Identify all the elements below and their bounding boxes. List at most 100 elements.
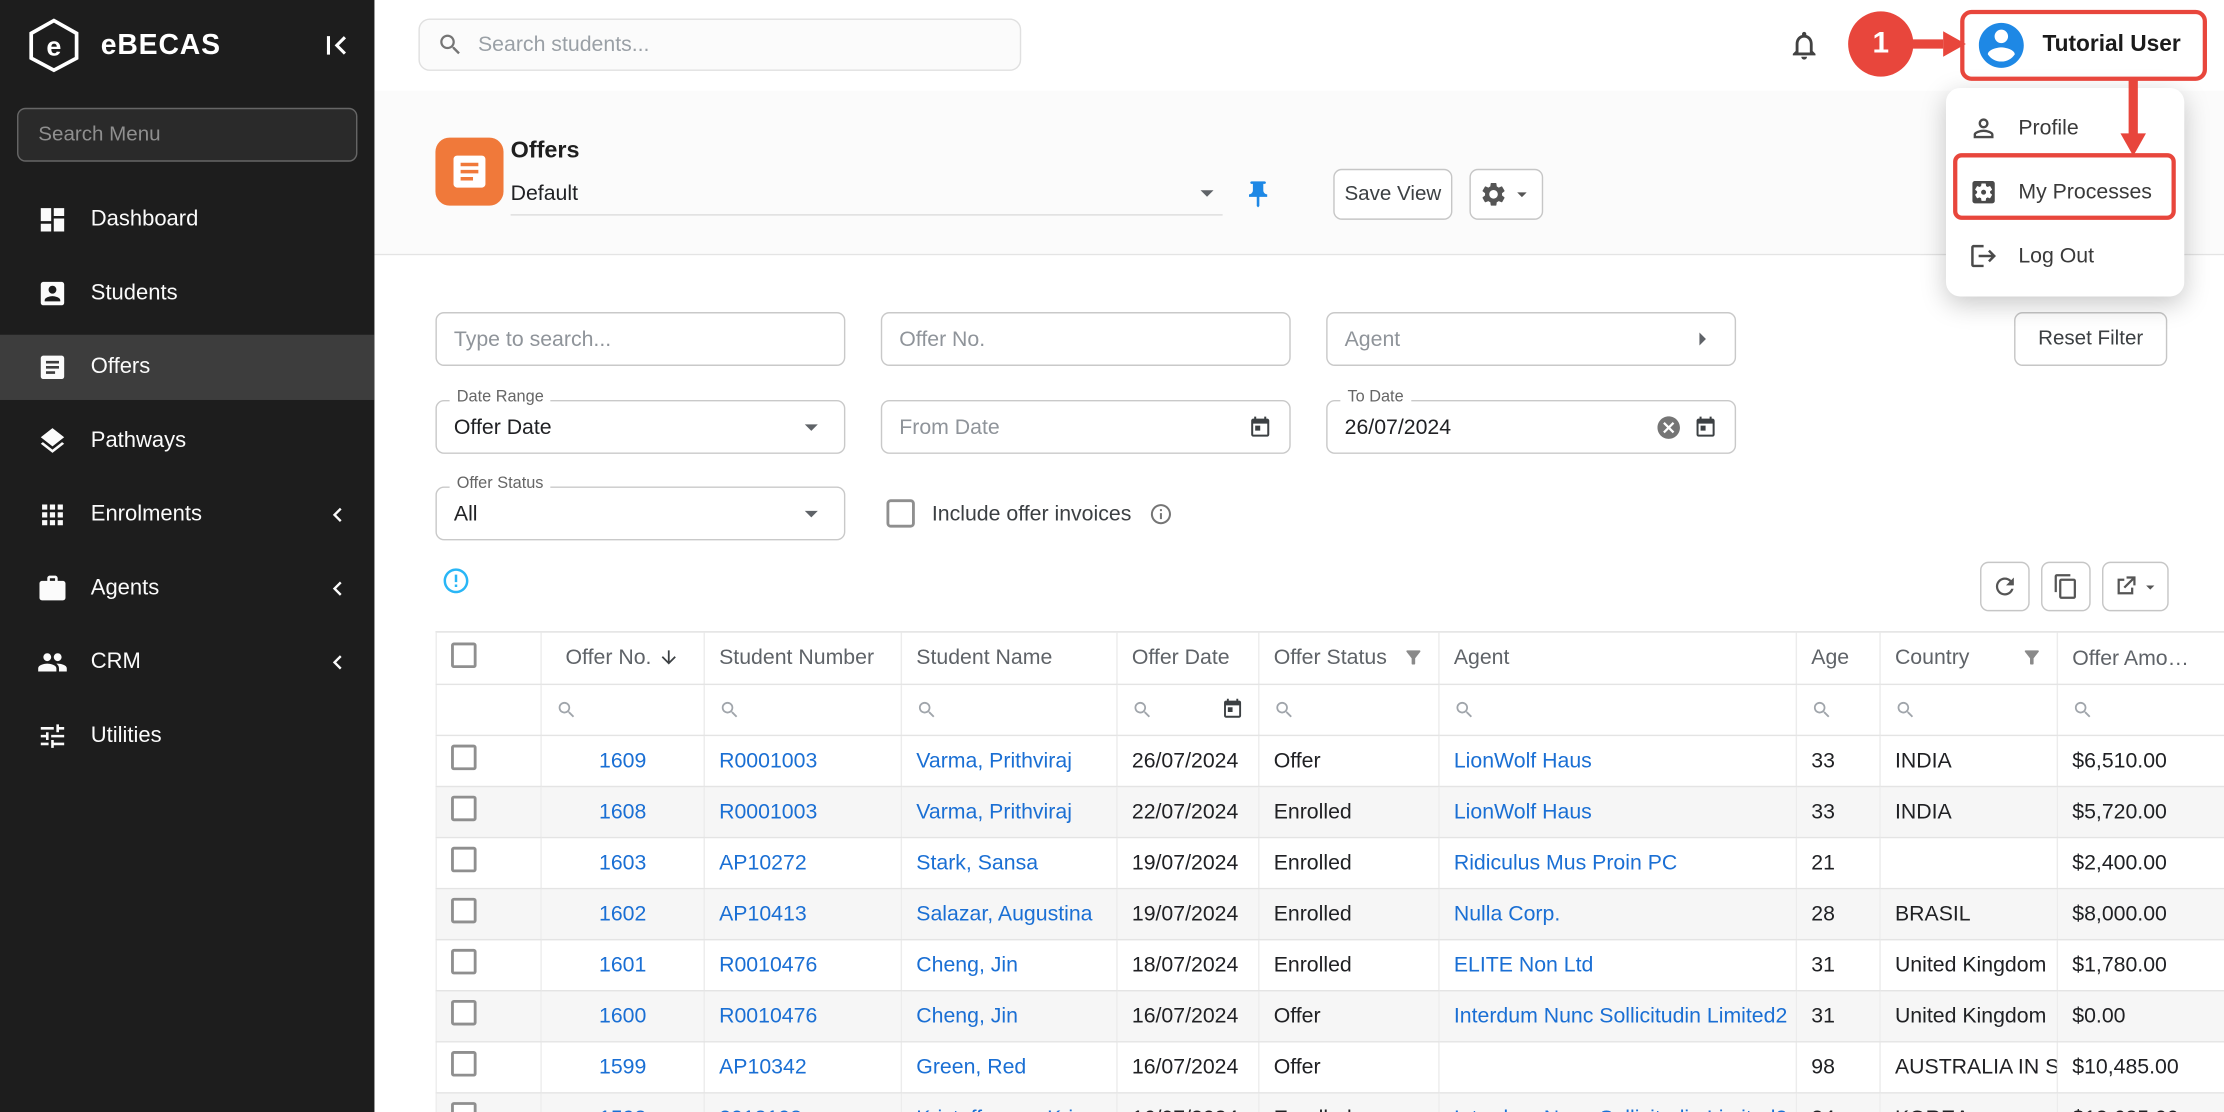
table-row[interactable]: 1609R0001003Varma, Prithviraj26/07/2024O… [436,735,2224,786]
copy-button[interactable] [2041,562,2091,612]
cell-student_name[interactable]: Cheng, Jin [901,939,1117,990]
cell-agent[interactable]: Interdum Nunc Sollicitudin Limited2 [1439,1092,1796,1112]
sidebar-item-offers[interactable]: Offers [0,335,374,400]
col-offer-status[interactable]: Offer Status [1259,633,1439,684]
menu-item-profile[interactable]: Profile [1946,96,2184,160]
col-student-number[interactable]: Student Number [704,633,901,684]
cell-student_number[interactable]: R0010476 [704,939,901,990]
col-student-name[interactable]: Student Name [901,633,1117,684]
col-country[interactable]: Country [1880,633,2057,684]
from-date-input[interactable] [899,415,1237,439]
export-button[interactable] [2102,562,2169,612]
select-all-checkbox[interactable] [451,642,477,668]
cell-offer_no[interactable]: 1609 [541,735,704,786]
cell-student_name[interactable]: Cheng, Jin [901,990,1117,1041]
col-agent[interactable]: Agent [1439,633,1796,684]
table-row[interactable]: 1600R0010476Cheng, Jin16/07/2024OfferInt… [436,990,2224,1041]
cell-student_number[interactable]: R0001003 [704,786,901,837]
sidebar-item-utilities[interactable]: Utilities [0,704,374,769]
row-checkbox[interactable] [451,1000,477,1026]
row-checkbox[interactable] [451,1051,477,1077]
filter-agent[interactable] [1439,684,1796,735]
cell-offer_no[interactable]: 1600 [541,990,704,1041]
row-checkbox[interactable] [451,745,477,771]
table-row[interactable]: 15982018108Kristofferson, Kris16/07/2024… [436,1092,2224,1112]
table-row[interactable]: 1602AP10413Salazar, Augustina19/07/2024E… [436,888,2224,939]
cell-agent[interactable]: LionWolf Haus [1439,735,1796,786]
calendar-icon[interactable] [1221,698,1244,721]
pin-view-icon[interactable] [1242,179,1273,210]
cell-agent[interactable]: Interdum Nunc Sollicitudin Limited2 [1439,990,1796,1041]
filter-funnel-icon[interactable] [2021,647,2042,668]
calendar-icon[interactable] [1694,415,1718,439]
collapse-sidebar-button[interactable] [318,27,355,64]
sidebar-item-crm[interactable]: CRM [0,630,374,695]
table-row[interactable]: 1603AP10272Stark, Sansa19/07/2024Enrolle… [436,837,2224,888]
cell-offer_no[interactable]: 1598 [541,1092,704,1112]
notifications-bell-icon[interactable] [1787,28,1821,62]
to-date-field[interactable]: To Date 26/07/2024 [1326,400,1736,454]
filter-funnel-icon[interactable] [1403,647,1424,668]
table-row[interactable]: 1601R0010476Cheng, Jin18/07/2024Enrolled… [436,939,2224,990]
offer-status-select[interactable]: Offer Status All [435,487,845,541]
student-search-input[interactable] [478,33,1003,57]
row-checkbox[interactable] [451,1102,477,1112]
alert-info-icon[interactable] [441,566,471,596]
cell-offer_no[interactable]: 1608 [541,786,704,837]
cell-student_name[interactable]: Stark, Sansa [901,837,1117,888]
row-checkbox[interactable] [451,796,477,822]
filter-student-number[interactable] [704,684,901,735]
calendar-icon[interactable] [1248,415,1272,439]
col-offer-date[interactable]: Offer Date [1117,633,1259,684]
menu-item-my-processes[interactable]: My Processes [1946,160,2184,224]
refresh-button[interactable] [1980,562,2030,612]
info-icon[interactable] [1148,501,1172,525]
col-age[interactable]: Age [1796,633,1880,684]
filter-offer-no[interactable] [541,684,704,735]
filter-student-name[interactable] [901,684,1117,735]
cell-offer_no[interactable]: 1599 [541,1041,704,1092]
sidebar-item-dashboard[interactable]: Dashboard [0,187,374,252]
cell-student_number[interactable]: 2018108 [704,1092,901,1112]
sidebar-item-pathways[interactable]: Pathways [0,408,374,473]
cell-offer_no[interactable]: 1603 [541,837,704,888]
table-row[interactable]: 1608R0001003Varma, Prithviraj22/07/2024E… [436,786,2224,837]
cell-student_number[interactable]: AP10342 [704,1041,901,1092]
cell-student_name[interactable]: Salazar, Augustina [901,888,1117,939]
filter-offer-date[interactable] [1117,684,1259,735]
save-view-button[interactable]: Save View [1333,169,1452,220]
view-settings-button[interactable] [1469,169,1543,220]
cell-offer_no[interactable]: 1602 [541,888,704,939]
table-row[interactable]: 1599AP10342Green, Red16/07/2024Offer98AU… [436,1041,2224,1092]
clear-date-icon[interactable] [1655,413,1682,440]
cell-student_number[interactable]: R0010476 [704,990,901,1041]
sidebar-item-students[interactable]: Students [0,261,374,326]
row-checkbox[interactable] [451,949,477,975]
cell-agent[interactable]: Nulla Corp. [1439,888,1796,939]
row-checkbox[interactable] [451,898,477,924]
offer-no-input[interactable] [899,327,1272,351]
filter-country[interactable] [1880,684,2057,735]
cell-student_name[interactable]: Kristofferson, Kris [901,1092,1117,1112]
col-offer-no[interactable]: Offer No. [541,633,704,684]
menu-item-log-out[interactable]: Log Out [1946,224,2184,288]
row-checkbox[interactable] [451,847,477,873]
menu-search-input[interactable] [17,108,357,162]
cell-offer_no[interactable]: 1601 [541,939,704,990]
include-invoices-checkbox[interactable] [886,499,914,527]
sidebar-item-agents[interactable]: Agents [0,556,374,621]
user-chip[interactable]: Tutorial User [1974,18,2180,72]
view-selector[interactable]: Default [511,172,1223,216]
date-range-select[interactable]: Date Range Offer Date [435,400,845,454]
cell-agent[interactable]: LionWolf Haus [1439,786,1796,837]
agent-select[interactable]: Agent [1326,312,1736,366]
cell-student_number[interactable]: AP10413 [704,888,901,939]
cell-agent[interactable]: Ridiculus Mus Proin PC [1439,837,1796,888]
reset-filter-button[interactable]: Reset Filter [2014,312,2167,366]
filter-age[interactable] [1796,684,1880,735]
cell-student_name[interactable]: Varma, Prithviraj [901,786,1117,837]
quick-search-input[interactable] [454,327,827,351]
filter-offer-status[interactable] [1259,684,1439,735]
cell-student_name[interactable]: Varma, Prithviraj [901,735,1117,786]
cell-student_number[interactable]: R0001003 [704,735,901,786]
